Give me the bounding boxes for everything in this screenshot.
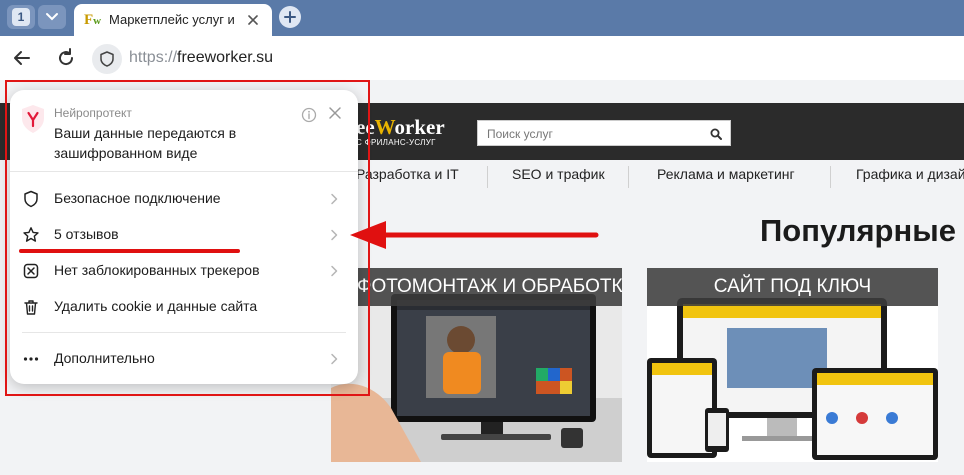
address-bar-url[interactable]: https://freeworker.su (129, 49, 273, 67)
site-category-nav: Разработка и IT SEO и трафик Реклама и м… (340, 166, 964, 190)
highlight-box (5, 80, 370, 396)
arrow-left-annotation-icon (350, 221, 599, 249)
tab-count: 1 (12, 8, 30, 26)
search-placeholder: Поиск услуг (487, 127, 553, 141)
reload-icon[interactable] (54, 46, 78, 70)
nav-divider (487, 166, 488, 188)
service-card-photo[interactable]: ФОТОМОНТАЖ И ОБРАБОТКА (331, 268, 622, 462)
chevron-down-icon (46, 13, 58, 21)
new-tab-button[interactable] (279, 6, 301, 28)
nav-item-advertising[interactable]: Реклама и маркетинг (657, 166, 795, 182)
nav-divider (628, 166, 629, 188)
tabs-dropdown-button[interactable] (38, 5, 66, 29)
nav-item-graphics[interactable]: Графика и дизай (856, 166, 964, 182)
url-host: freeworker.su (177, 49, 274, 66)
browser-toolbar: https://freeworker.su (0, 36, 964, 80)
back-arrow-icon[interactable] (10, 46, 34, 70)
nav-item-seo[interactable]: SEO и трафик (512, 166, 605, 182)
card-title: ФОТОМОНТАЖ И ОБРАБОТКА (331, 268, 622, 306)
site-favicon-icon: Fw (84, 12, 102, 28)
nav-item-development[interactable]: Разработка и IT (356, 166, 459, 182)
tab-counter-button[interactable]: 1 (7, 5, 35, 29)
tab-strip: 1 Fw Маркетплейс услуг и б (0, 0, 964, 36)
shield-icon (100, 51, 114, 67)
service-card-website[interactable]: САЙТ ПОД КЛЮЧ (647, 268, 938, 462)
plus-icon (284, 11, 296, 23)
search-icon[interactable] (710, 128, 722, 140)
popular-heading: Популярные (760, 213, 956, 248)
url-scheme: https:// (129, 49, 178, 66)
nav-divider (830, 166, 831, 188)
logo-text-part2: orker (394, 115, 445, 139)
tab-title: Маркетплейс услуг и б (109, 12, 237, 27)
logo-text-w: W (374, 115, 395, 139)
active-tab[interactable]: Fw Маркетплейс услуг и б (74, 4, 272, 36)
site-protection-button[interactable] (92, 44, 122, 74)
card-title: САЙТ ПОД КЛЮЧ (647, 268, 938, 306)
close-tab-icon[interactable] (246, 13, 260, 27)
site-search-input[interactable]: Поиск услуг (477, 120, 731, 146)
